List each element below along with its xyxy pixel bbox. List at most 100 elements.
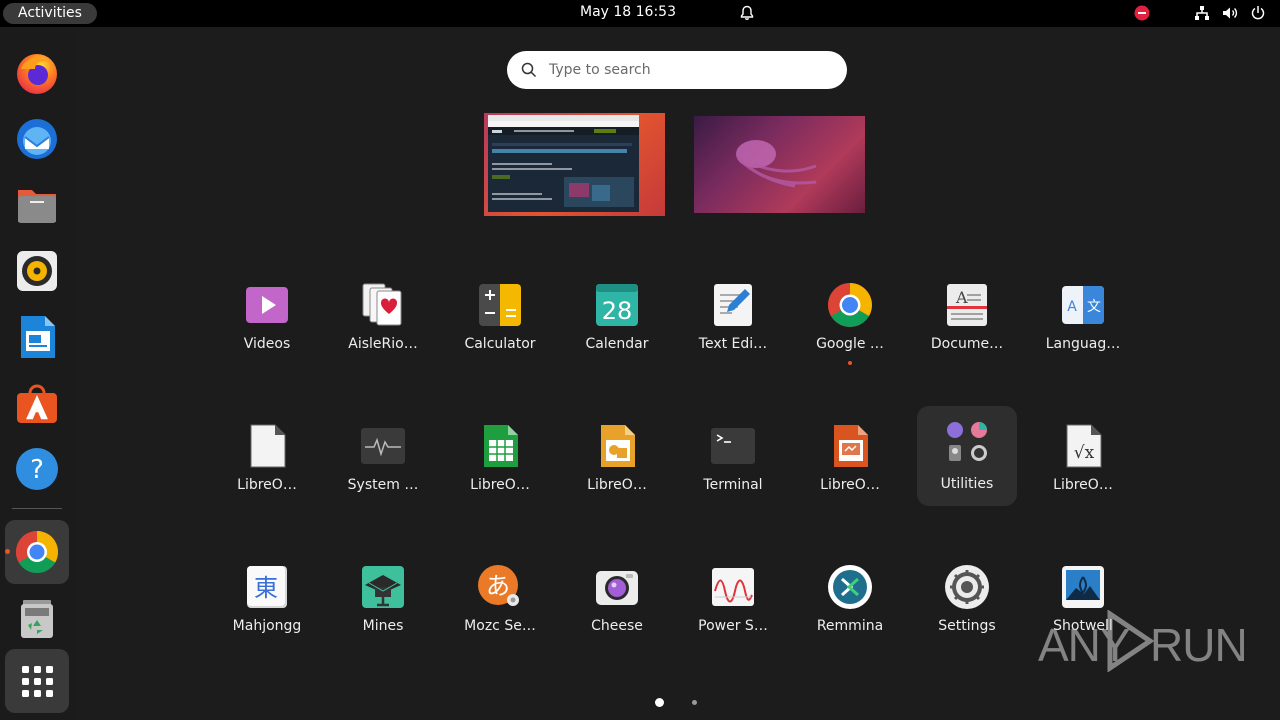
dock-trash[interactable] [5, 586, 69, 650]
app-mahjongg[interactable]: 東 Mahjongg [217, 555, 317, 655]
app-label: LibreO… [587, 477, 647, 493]
app-label: LibreO… [820, 477, 880, 493]
app-videos[interactable]: Videos [217, 273, 317, 373]
app-label: Mines [362, 618, 404, 634]
do-not-disturb-icon[interactable] [1134, 5, 1150, 21]
jellyfish-wallpaper [736, 140, 817, 188]
app-label: Calendar [585, 336, 649, 352]
firefox-icon [17, 54, 57, 94]
svg-text:√x: √x [1074, 443, 1095, 463]
app-label: Utilities [940, 476, 994, 492]
document-viewer-icon: A [947, 284, 987, 326]
thunderbird-icon [17, 119, 57, 159]
libreoffice-writer-icon [21, 316, 55, 358]
page-indicator[interactable] [692, 700, 697, 705]
mahjongg-tile-icon: 東 [247, 566, 287, 608]
workspace-thumbnail-2[interactable] [694, 116, 865, 213]
app-document-viewer[interactable]: A Docume… [917, 273, 1017, 373]
watermark-text-right: RUN [1150, 619, 1248, 671]
settings-gear-icon [945, 565, 989, 609]
aisleriot-cards-icon [362, 283, 402, 326]
videos-icon [246, 287, 288, 323]
text-editor-icon [714, 284, 752, 326]
calendar-icon: 28 [596, 284, 638, 326]
system-monitor-icon [361, 428, 405, 464]
app-label: Videos [243, 336, 291, 352]
volume-icon[interactable] [1222, 5, 1238, 21]
power-statistics-icon [712, 568, 754, 606]
app-label: LibreO… [470, 477, 530, 493]
language-support-icon: A文 [1062, 286, 1104, 324]
app-language-support[interactable]: A文 Languag… [1033, 273, 1133, 373]
app-libreoffice-impress[interactable]: LibreO… [800, 414, 900, 514]
google-chrome-icon [15, 531, 59, 574]
dock-thunderbird[interactable] [5, 107, 69, 171]
dock-files[interactable] [5, 173, 69, 237]
dock-libreoffice-writer[interactable] [5, 305, 69, 369]
power-icon[interactable] [1250, 5, 1266, 21]
app-label: Terminal [703, 477, 763, 493]
running-indicator [848, 361, 852, 365]
libreoffice-calc-icon [484, 425, 518, 467]
dock-show-apps[interactable] [5, 649, 69, 713]
dock-separator [12, 508, 62, 509]
app-power-statistics[interactable]: Power S… [683, 555, 783, 655]
app-label: LibreO… [1053, 477, 1113, 493]
app-mines[interactable]: Mines [333, 555, 433, 655]
workspace-thumbnail-1[interactable] [484, 113, 665, 216]
app-calculator[interactable]: Calculator [450, 273, 550, 373]
utilities-folder-icon [947, 422, 987, 461]
notification-bell-icon[interactable] [739, 5, 755, 21]
google-chrome-icon [828, 283, 872, 327]
clock[interactable]: May 18 16:53 [0, 4, 1280, 20]
shotwell-icon [1062, 566, 1104, 608]
running-indicator [5, 549, 10, 554]
play-logo-icon [1107, 610, 1154, 672]
app-grid-icon [22, 666, 53, 697]
app-cheese[interactable]: Cheese [567, 555, 667, 655]
app-aisleriot[interactable]: AisleRio… [333, 273, 433, 373]
page-indicator-active[interactable] [655, 698, 664, 707]
files-icon [18, 190, 56, 223]
app-utilities-folder[interactable]: Utilities [917, 406, 1017, 506]
app-google-chrome[interactable]: Google … [800, 273, 900, 373]
anyrun-watermark: ANY RUN [1038, 610, 1248, 674]
trash-icon [21, 600, 53, 638]
app-terminal[interactable]: Terminal [683, 414, 783, 514]
dock-help[interactable]: ? [5, 437, 69, 501]
libreoffice-icon [250, 424, 286, 468]
app-label: Remmina [816, 618, 884, 634]
search-input[interactable] [549, 51, 829, 89]
app-label: Cheese [591, 618, 643, 634]
app-settings[interactable]: Settings [917, 555, 1017, 655]
search-bar[interactable] [507, 51, 847, 89]
app-calendar[interactable]: 28 Calendar [567, 273, 667, 373]
app-libreoffice-draw[interactable]: LibreO… [567, 414, 667, 514]
network-wired-icon[interactable] [1194, 5, 1210, 21]
app-label: Calculator [464, 336, 536, 352]
libreoffice-draw-icon [601, 425, 635, 467]
app-label: System … [347, 477, 419, 493]
app-label: Google … [816, 336, 884, 352]
app-label: Mahjongg [232, 618, 302, 634]
app-label: Power S… [698, 618, 768, 634]
mahjongg-glyph: 東 [254, 574, 278, 602]
system-tray[interactable] [1134, 5, 1266, 21]
app-system-monitor[interactable]: System … [333, 414, 433, 514]
app-label: Languag… [1045, 336, 1121, 352]
terminal-icon [711, 428, 755, 464]
dock-firefox[interactable] [5, 41, 69, 105]
mines-icon [362, 566, 404, 608]
dock-google-chrome[interactable] [5, 520, 69, 584]
remmina-icon [828, 565, 872, 609]
app-remmina[interactable]: Remmina [800, 555, 900, 655]
app-libreoffice-calc[interactable]: LibreO… [450, 414, 550, 514]
dock-software[interactable] [5, 371, 69, 435]
app-text-editor[interactable]: Text Edi… [683, 273, 783, 373]
top-bar: Activities May 18 16:53 [0, 0, 1280, 27]
app-libreoffice-math[interactable]: √x LibreO… [1033, 414, 1133, 514]
cheese-camera-icon [596, 571, 638, 605]
app-libreoffice[interactable]: LibreO… [217, 414, 317, 514]
app-mozc-setup[interactable]: あ Mozc Se… [450, 555, 550, 655]
dock-rhythmbox[interactable] [5, 239, 69, 303]
